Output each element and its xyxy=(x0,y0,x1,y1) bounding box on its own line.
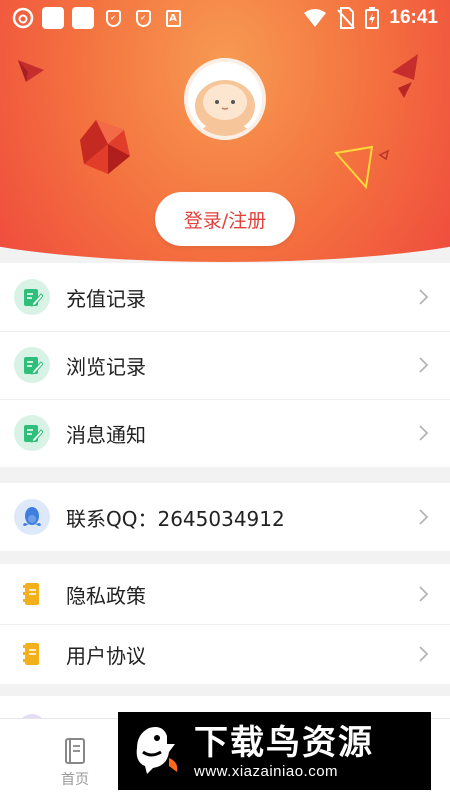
a-badge-icon: A xyxy=(165,9,181,27)
menu-item-label: 浏览记录 xyxy=(66,354,146,379)
menu-item-label: 充值记录 xyxy=(66,286,146,311)
tab-home[interactable]: 首页 xyxy=(40,737,110,789)
menu-group-contact: 联系QQ：2645034912 xyxy=(0,483,450,551)
menu-item-label: 联系QQ：2645034912 xyxy=(66,506,285,531)
chevron-right-icon xyxy=(419,646,429,662)
chevron-right-icon xyxy=(419,289,429,305)
menu-item-notifications[interactable]: 消息通知 xyxy=(0,399,450,467)
menu-item-user-agreement[interactable]: 用户协议 xyxy=(0,624,450,684)
shield-icon: ✔ xyxy=(135,9,151,27)
menu-item-contact-qq[interactable]: 联系QQ：2645034912 xyxy=(0,483,450,551)
wifi-icon xyxy=(304,9,327,27)
deco-red-gem xyxy=(80,120,130,174)
menu-group-policies: 隐私政策 用户协议 xyxy=(0,564,450,684)
app-square-icon xyxy=(72,7,94,29)
status-time: 16:41 xyxy=(389,7,438,28)
login-register-button[interactable]: 登录/注册 xyxy=(155,192,295,246)
shield-icon: ✔ xyxy=(105,9,121,27)
watermark-title: 下载鸟资源 xyxy=(194,722,374,763)
netease-music-icon xyxy=(12,7,34,29)
no-sim-icon xyxy=(337,7,356,29)
book-icon xyxy=(65,738,85,764)
menu-group-records: 充值记录 浏览记录 消息通知 xyxy=(0,263,450,467)
menu-item-label: 消息通知 xyxy=(66,422,146,447)
chevron-right-icon xyxy=(419,509,429,525)
notepad-edit-icon xyxy=(14,415,50,451)
menu-item-privacy-policy[interactable]: 隐私政策 xyxy=(0,564,450,624)
menu-item-label: 隐私政策 xyxy=(66,583,146,608)
battery-charging-icon xyxy=(365,7,380,29)
deco-red-triangles-right xyxy=(392,54,418,98)
chevron-right-icon xyxy=(419,425,429,441)
avatar[interactable] xyxy=(184,58,266,140)
app-square-icon xyxy=(42,7,64,29)
notepad-edit-icon xyxy=(14,279,50,315)
document-icon xyxy=(14,636,50,672)
chevron-right-icon xyxy=(419,357,429,373)
status-bar: ✔ ✔ A 16:41 xyxy=(0,0,450,36)
document-icon xyxy=(14,576,50,612)
cartoon-avatar-icon xyxy=(188,62,262,136)
watermark-url: www.xiazainiao.com xyxy=(194,762,339,780)
watermark-banner: 下载鸟资源 www.xiazainiao.com xyxy=(118,712,431,790)
deco-yellow-triangle xyxy=(334,145,390,190)
profile-header: 登录/注册 xyxy=(0,0,450,262)
notepad-edit-icon xyxy=(14,347,50,383)
qq-penguin-icon xyxy=(14,499,50,535)
deco-red-triangle-left xyxy=(18,60,44,82)
tab-home-label: 首页 xyxy=(61,772,89,788)
menu-item-label: 用户协议 xyxy=(66,643,146,668)
menu-item-recharge-records[interactable]: 充值记录 xyxy=(0,263,450,331)
menu-item-browse-history[interactable]: 浏览记录 xyxy=(0,331,450,399)
chevron-right-icon xyxy=(419,586,429,602)
bird-logo-icon xyxy=(126,720,188,782)
